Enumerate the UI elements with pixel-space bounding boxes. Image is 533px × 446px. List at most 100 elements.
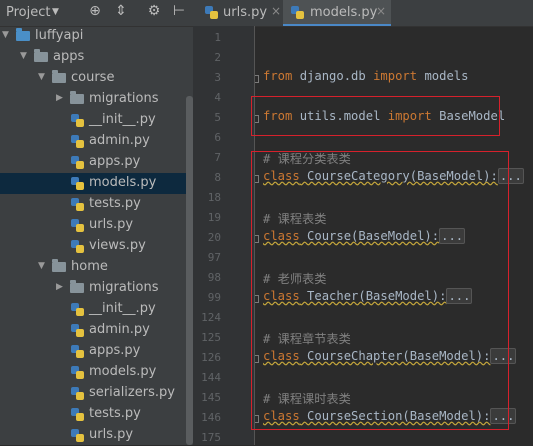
tree-file-item[interactable]: admin.py — [0, 131, 186, 152]
tree-folder-item[interactable]: ▼ course — [0, 68, 186, 89]
tree-item-label: serializers.py — [89, 385, 175, 400]
collapse-arrow-icon[interactable]: ▶ — [56, 93, 63, 103]
tab-urls-py[interactable]: urls.py × — [193, 0, 282, 26]
line-number: 98 — [207, 271, 221, 284]
collapse-all-icon[interactable]: ⇕ — [112, 3, 130, 19]
tree-item-label: urls.py — [89, 217, 134, 232]
python-file-icon — [291, 6, 304, 19]
folder-icon — [16, 28, 30, 41]
folder-icon — [70, 280, 84, 293]
tree-folder-item[interactable]: ▼ luffyapi — [0, 26, 186, 47]
code-token: from — [263, 69, 293, 83]
python-file-icon — [71, 177, 84, 190]
editor-area: urls.py × models.py × 1 2 3 4 5 6 7 8 18 19 20 97 98… — [193, 0, 533, 445]
python-file-icon — [71, 429, 84, 442]
line-number: 175 — [201, 431, 221, 444]
chevron-down-icon[interactable]: ▼ — [52, 7, 59, 17]
code-token: import — [373, 69, 418, 83]
line-number: 145 — [201, 391, 221, 404]
tree-folder-item[interactable]: ▼ home — [0, 257, 186, 278]
tree-item-label: apps.py — [89, 154, 141, 169]
target-icon[interactable]: ⊕ — [86, 3, 104, 19]
gear-icon[interactable]: ⚙ — [145, 3, 163, 19]
line-number-gutter: 1 2 3 4 5 6 7 8 18 19 20 97 98 99 124 125 126 144 145 146 17… — [193, 26, 259, 445]
close-icon[interactable]: × — [376, 4, 386, 18]
tree-file-item[interactable]: apps.py — [0, 152, 186, 173]
project-tree: ▼ luffyapi ▼ apps ▼ course ▶ migrations __init__… — [0, 26, 186, 445]
python-file-icon — [71, 135, 84, 148]
line-number: 124 — [201, 311, 221, 324]
project-view-selector[interactable]: Project — [6, 5, 50, 20]
tree-folder-item[interactable]: ▶ migrations — [0, 278, 186, 299]
folder-icon — [52, 70, 66, 83]
folder-icon — [52, 259, 66, 272]
tree-file-item[interactable]: tests.py — [0, 194, 186, 215]
tree-scrollbar[interactable] — [186, 96, 193, 445]
tree-folder-item[interactable]: ▶ migrations — [0, 89, 186, 110]
folder-icon — [70, 91, 84, 104]
expand-arrow-icon[interactable]: ▼ — [20, 51, 27, 61]
expand-arrow-icon[interactable]: ▼ — [38, 261, 45, 271]
expand-arrow-icon[interactable]: ▼ — [2, 30, 9, 40]
tab-models-py[interactable]: models.py × — [283, 0, 391, 26]
tree-item-label: __init__.py — [89, 301, 156, 316]
python-file-icon — [71, 408, 84, 421]
tree-item-label: course — [71, 70, 115, 85]
tree-file-item[interactable]: models.py — [0, 362, 186, 383]
expand-arrow-icon[interactable]: ▼ — [38, 72, 45, 82]
line-number: 19 — [207, 211, 221, 224]
tree-file-item[interactable]: admin.py — [0, 320, 186, 341]
project-panel-header: Project ▼ ⊕ ⇕ ⚙ ⊢ — [0, 0, 193, 27]
tree-item-label: __init__.py — [89, 112, 156, 127]
tree-item-label: apps.py — [89, 343, 141, 358]
tree-file-item[interactable]: views.py — [0, 236, 186, 257]
line-number: 1 — [214, 31, 221, 44]
python-file-icon — [71, 303, 84, 316]
python-file-icon — [71, 345, 84, 358]
highlight-box-import — [251, 96, 500, 136]
tree-folder-item[interactable]: ▼ apps — [0, 47, 186, 68]
tree-item-label: admin.py — [89, 322, 150, 337]
tree-item-label: models.py — [89, 364, 157, 379]
python-file-icon — [71, 240, 84, 253]
tree-item-label: luffyapi — [35, 28, 84, 43]
tree-item-label: migrations — [89, 91, 159, 106]
code-token: django.db — [292, 69, 374, 83]
tab-label: models.py — [310, 5, 378, 20]
tree-file-item[interactable]: models.py — [0, 173, 186, 194]
tree-file-item[interactable]: urls.py — [0, 215, 186, 236]
line-number: 5 — [214, 111, 221, 124]
folder-icon — [34, 49, 48, 62]
tree-file-item[interactable]: apps.py — [0, 341, 186, 362]
tree-item-label: urls.py — [89, 427, 134, 442]
project-panel: Project ▼ ⊕ ⇕ ⚙ ⊢ ▼ luffyapi ▼ apps ▼ course ▶… — [0, 0, 193, 445]
line-number: 99 — [207, 291, 221, 304]
tree-item-label: tests.py — [89, 196, 141, 211]
tree-file-item[interactable]: __init__.py — [0, 110, 186, 131]
close-icon[interactable]: × — [271, 4, 281, 18]
line-number: 7 — [214, 151, 221, 164]
tree-file-item[interactable]: __init__.py — [0, 299, 186, 320]
fold-marker-icon[interactable] — [255, 75, 259, 83]
tree-file-item[interactable]: urls.py — [0, 425, 186, 446]
tree-item-label: home — [71, 259, 108, 274]
tree-item-label: apps — [53, 49, 85, 64]
line-number: 8 — [214, 171, 221, 184]
hide-icon[interactable]: ⊢ — [170, 3, 188, 19]
tree-file-item[interactable]: tests.py — [0, 404, 186, 425]
tree-item-label: admin.py — [89, 133, 150, 148]
python-file-icon — [71, 114, 84, 127]
code-token: models — [417, 69, 469, 83]
collapse-arrow-icon[interactable]: ▶ — [56, 282, 63, 292]
python-file-icon — [71, 156, 84, 169]
python-file-icon — [71, 387, 84, 400]
tab-label: urls.py — [223, 5, 268, 20]
python-file-icon — [71, 219, 84, 232]
highlight-box-classes — [251, 151, 509, 430]
line-number: 3 — [214, 71, 221, 84]
tree-file-item[interactable]: serializers.py — [0, 383, 186, 404]
line-number: 18 — [207, 191, 221, 204]
line-number: 4 — [214, 91, 221, 104]
code-line: from django.db import models — [263, 69, 468, 83]
tree-item-label: tests.py — [89, 406, 141, 421]
